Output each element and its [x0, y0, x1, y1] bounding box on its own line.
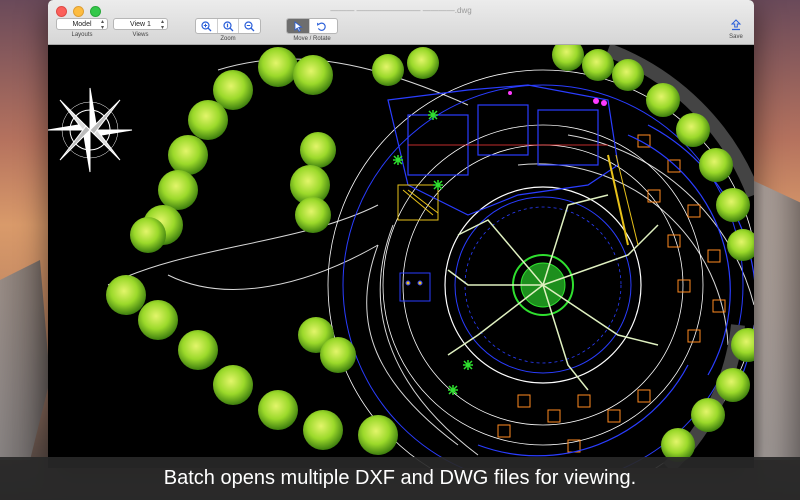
zoom-in-button[interactable]: [196, 19, 218, 33]
tree-branches: [447, 194, 659, 391]
zoom-segmented-control: [195, 18, 261, 34]
cad-drawing: [48, 39, 754, 468]
views-popup[interactable]: View 1 ▴ ▾: [113, 18, 168, 31]
zoom-fit-button[interactable]: [218, 19, 240, 33]
layouts-group: Model ▴ ▾ Layouts: [56, 18, 108, 38]
promo-caption-bar: Batch opens multiple DXF and DWG files f…: [0, 457, 800, 500]
save-caption: Save: [729, 34, 743, 40]
views-group: View 1 ▴ ▾ Views: [113, 18, 168, 38]
rotate-icon: [316, 22, 326, 31]
rotate-button[interactable]: [310, 19, 332, 33]
move-rotate-group: Move / Rotate: [286, 18, 338, 42]
kiosk: [399, 272, 431, 302]
zoom-group: Zoom: [195, 18, 261, 42]
steps: [397, 154, 639, 246]
hedge-hatch: [605, 43, 754, 468]
zoom-out-icon: [244, 20, 255, 31]
move-button[interactable]: [287, 19, 310, 33]
app-window: ——— ———————— ————.dwg Model ▴ ▾ Layouts V…: [48, 0, 754, 468]
layouts-caption: Layouts: [71, 32, 93, 38]
move-rotate-caption: Move / Rotate: [293, 36, 331, 42]
drawing-canvas[interactable]: [48, 39, 754, 468]
popup-arrows-icon: ▴ ▾: [100, 19, 104, 31]
views-value: View 1: [130, 20, 151, 28]
north-arrow-icon: [48, 87, 133, 173]
save-button[interactable]: [724, 18, 748, 32]
save-group: Save: [724, 18, 748, 40]
promo-caption: Batch opens multiple DXF and DWG files f…: [163, 467, 637, 489]
zoom-in-icon: [201, 20, 212, 31]
pointer-icon: [294, 20, 303, 32]
layouts-value: Model: [72, 20, 92, 28]
layouts-popup[interactable]: Model ▴ ▾: [56, 18, 108, 31]
move-rotate-segmented-control: [286, 18, 338, 34]
popup-arrows-icon: ▴ ▾: [160, 19, 164, 31]
zoom-out-button[interactable]: [239, 19, 260, 33]
views-caption: Views: [132, 32, 149, 38]
window-title: ——— ———————— ————.dwg: [330, 6, 472, 15]
building-fixtures: [508, 91, 607, 106]
zoom-caption: Zoom: [220, 36, 236, 42]
zoom-fit-icon: [222, 20, 233, 31]
save-icon: [730, 19, 742, 31]
toolbar: ——— ———————— ————.dwg Model ▴ ▾ Layouts V…: [48, 0, 754, 45]
desktop-rock-left: [0, 260, 50, 460]
